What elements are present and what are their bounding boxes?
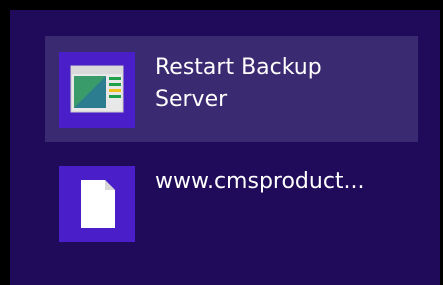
result-label: www.cmsproduct... bbox=[155, 166, 365, 198]
result-label-line1: www.cmsproduct... bbox=[155, 169, 365, 194]
result-label-line1: Restart Backup bbox=[155, 55, 322, 80]
file-tile bbox=[59, 166, 135, 242]
search-result-cmsproduct-link[interactable]: www.cmsproduct... bbox=[45, 158, 418, 264]
app-tile bbox=[59, 52, 135, 128]
desktop-app-icon bbox=[70, 65, 124, 113]
result-label-line2: Server bbox=[155, 87, 228, 112]
search-result-restart-backup-server[interactable]: Restart Backup Server bbox=[45, 36, 418, 142]
document-file-icon bbox=[81, 180, 115, 228]
search-results-panel: Restart Backup Server www.cmsproduct... bbox=[10, 10, 440, 285]
result-label: Restart Backup Server bbox=[155, 52, 322, 116]
